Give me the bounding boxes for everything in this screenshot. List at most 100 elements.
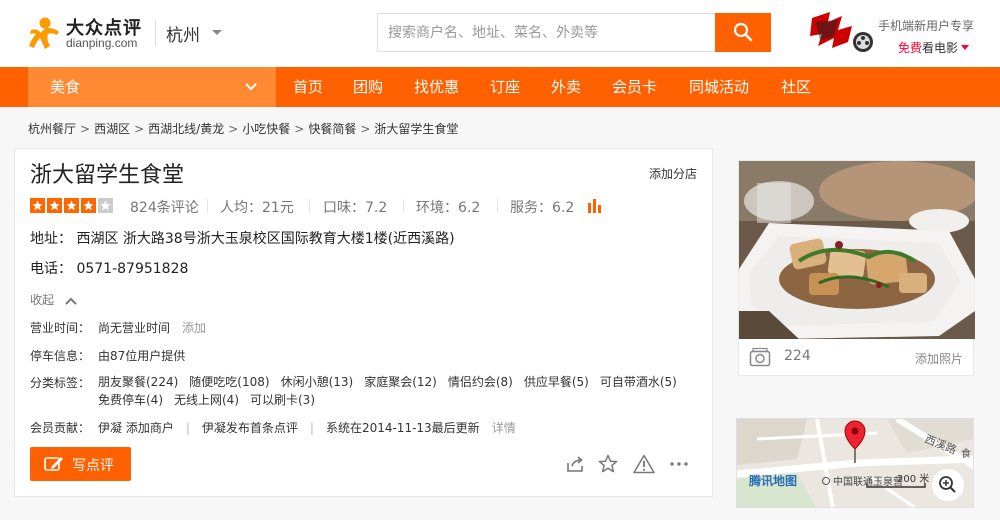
contrib-first-review[interactable]: 伊凝发布首条点评 [202, 421, 298, 435]
more-icon[interactable] [669, 454, 689, 474]
collapse-label: 收起 [30, 293, 55, 307]
tag-item[interactable]: 可以刷卡(3) [250, 393, 315, 407]
category-tags: 朋友聚餐(224) 随便吃吃(108) 休闲小憩(13) 家庭聚会(12) 情侣约会(8… [98, 373, 693, 409]
add-hours-link[interactable]: 添加 [182, 321, 206, 335]
star-rating [30, 198, 115, 213]
write-review-label: 写点评 [72, 458, 114, 474]
breadcrumb-separator: > [134, 122, 145, 136]
breadcrumb-separator: > [228, 122, 239, 136]
divider [497, 199, 498, 213]
collapse-toggle[interactable]: 收起 [30, 291, 78, 308]
star-icon [81, 198, 96, 213]
nav-home[interactable]: 首页 [293, 67, 323, 107]
tag-item[interactable]: 随便吃吃(108) [189, 375, 269, 389]
detail-link[interactable]: 详情 [492, 421, 516, 435]
promo-line-2: 免费看电影 [898, 39, 970, 56]
promo-line-1: 手机端新用户专享 [878, 19, 975, 33]
logo-divider [155, 20, 156, 46]
city-selector[interactable]: 杭州 [166, 21, 200, 46]
promo-movie: 看电影 [922, 41, 959, 55]
tag-item[interactable]: 家庭聚会(12) [364, 375, 437, 389]
warning-icon[interactable] [633, 454, 655, 474]
add-photo-link[interactable]: 添加照片 [915, 350, 963, 367]
breadcrumb-separator: > [80, 122, 91, 136]
category-label: 美食 [50, 78, 81, 96]
add-branch-link[interactable]: 添加分店 [649, 165, 697, 182]
divider: | [309, 421, 314, 435]
photo-count[interactable]: 224 [784, 348, 811, 364]
contrib-value: 伊凝 添加商户 | 伊凝发布首条点评 | 系统在2014-11-13最后更新 详情 [98, 419, 516, 436]
divider: | [185, 421, 190, 435]
shop-title: 浙大留学生食堂 [30, 163, 185, 188]
tag-item[interactable]: 休闲小憩(13) [281, 375, 354, 389]
site-header: 大众点评 dianping.com 杭州 手机端新用户专享 免费看电影 [0, 0, 1000, 67]
main-nav: 美食 首页 团购 找优惠 订座 外卖 会员卡 同城活动 社区 [0, 67, 1000, 107]
breadcrumb-item[interactable]: 杭州餐厅 [28, 122, 76, 136]
photo-card: 224 添加照片 [738, 160, 975, 376]
chevron-down-icon [245, 83, 257, 91]
nav-member-card[interactable]: 会员卡 [612, 67, 657, 107]
contrib-add-shop[interactable]: 伊凝 添加商户 [98, 421, 174, 435]
tag-item[interactable]: 可自带酒水(5) [600, 375, 677, 389]
review-count-link[interactable]: 824条评论 [130, 197, 199, 217]
parking-link[interactable]: 由87位用户提供 [98, 347, 185, 364]
tag-item[interactable]: 情侣约会(8) [448, 375, 513, 389]
chevron-up-icon [65, 297, 77, 305]
parking-label: 停车信息： [30, 349, 91, 363]
environment-score: 环境：6.2 [416, 200, 481, 216]
edit-icon [44, 457, 63, 471]
category-dropdown[interactable]: 美食 [28, 67, 276, 107]
star-empty-icon [98, 198, 113, 213]
share-icon[interactable] [565, 454, 585, 474]
map-edge-label: 食 [961, 447, 971, 460]
caret-down-icon [961, 45, 970, 50]
shop-info-card: 浙大留学生食堂 添加分店 824条评论 人均：21元 口味：7.2 环境：6.2… [14, 148, 713, 497]
star-outline-icon[interactable] [598, 454, 618, 474]
chevron-down-icon[interactable] [212, 30, 222, 35]
hours-label: 营业时间： [30, 321, 91, 335]
map-brand: 腾讯地图 [748, 473, 797, 488]
breadcrumb-item[interactable]: 小吃快餐 [242, 122, 290, 136]
tag-item[interactable]: 供应早餐(5) [524, 375, 589, 389]
movie-promo-graphic [810, 12, 873, 52]
nav-local-events[interactable]: 同城活动 [689, 67, 749, 107]
breadcrumb: 杭州餐厅 > 西湖区 > 西湖北线/黄龙 > 小吃快餐 > 快餐简餐 > 浙大留学生食堂 [28, 120, 458, 137]
shop-address: 地址： 西湖区 浙大路38号浙大玉泉校区国际教育大楼1楼(近西溪路) [30, 231, 455, 247]
search-icon [733, 22, 753, 42]
zoom-in-icon[interactable] [932, 469, 964, 501]
map-poi-label: 中国联通玉泉营 [833, 475, 903, 488]
promo-banner[interactable]: 手机端新用户专享 免费看电影 [808, 8, 978, 58]
hours-value: 尚无营业时间 添加 [98, 319, 206, 336]
breadcrumb-item[interactable]: 快餐简餐 [308, 122, 356, 136]
divider [309, 199, 310, 213]
breadcrumb-item[interactable]: 西湖区 [94, 122, 130, 136]
logo-mascot-icon [29, 17, 59, 49]
star-icon [30, 198, 45, 213]
tag-item[interactable]: 朋友聚餐(224) [98, 375, 178, 389]
photo-gallery-icon[interactable] [749, 347, 771, 367]
location-map[interactable]: 西溪路 食 腾讯地图 中国联通玉泉营 200 米 [736, 418, 974, 508]
star-icon [47, 198, 62, 213]
write-review-button[interactable]: 写点评 [30, 447, 131, 481]
shop-food-photo[interactable] [739, 161, 975, 339]
tag-item[interactable]: 免费停车(4) [98, 393, 163, 407]
bar-chart-icon[interactable] [587, 197, 603, 213]
search-button[interactable] [715, 13, 771, 52]
breadcrumb-separator: > [294, 122, 305, 136]
shop-phone: 电话： 0571-87951828 [30, 261, 189, 277]
dianping-logo[interactable]: 大众点评 dianping.com [28, 14, 148, 52]
nav-takeout[interactable]: 外卖 [551, 67, 581, 107]
nav-community[interactable]: 社区 [781, 67, 811, 107]
tag-item[interactable]: 无线上网(4) [174, 393, 239, 407]
divider [403, 199, 404, 213]
nav-deals[interactable]: 找优惠 [414, 67, 459, 107]
contrib-label: 会员贡献： [30, 421, 91, 435]
divider [207, 199, 208, 213]
star-icon [64, 198, 79, 213]
nav-group-buy[interactable]: 团购 [353, 67, 383, 107]
search-input[interactable] [377, 13, 717, 52]
nav-booking[interactable]: 订座 [490, 67, 520, 107]
avg-price: 人均：21元 [220, 200, 294, 216]
breadcrumb-item[interactable]: 西湖北线/黄龙 [148, 122, 224, 136]
service-score: 服务：6.2 [510, 200, 575, 216]
